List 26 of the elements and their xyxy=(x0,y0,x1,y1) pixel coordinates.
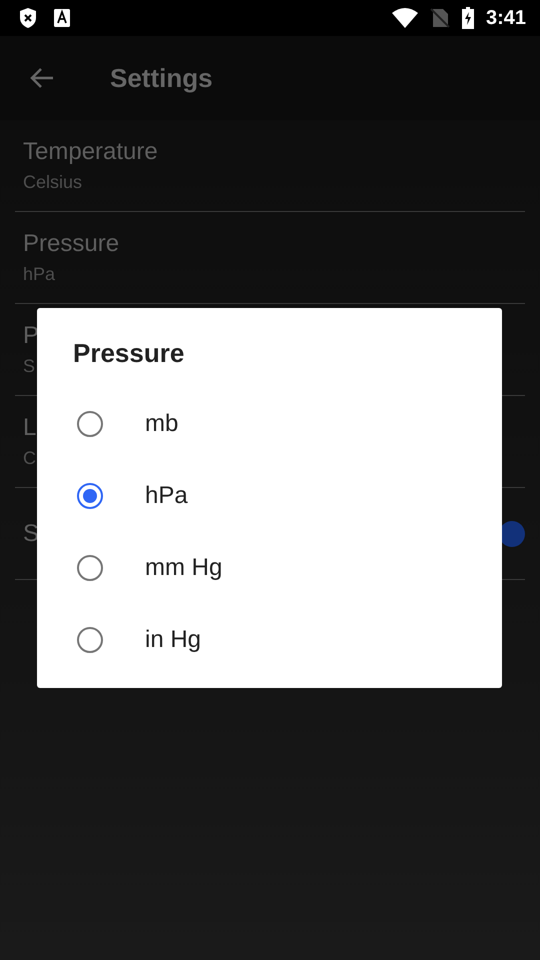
radio-button[interactable] xyxy=(77,483,103,509)
setting-summary: C xyxy=(23,448,36,469)
battery-charging-icon xyxy=(462,7,474,29)
wifi-icon xyxy=(392,8,418,28)
option-label[interactable]: mm Hg xyxy=(145,554,222,582)
radio-button[interactable] xyxy=(77,555,103,581)
back-arrow-icon[interactable] xyxy=(29,67,55,89)
setting-title: Pressure xyxy=(23,230,120,258)
shield-icon xyxy=(18,7,38,29)
option-label[interactable]: in Hg xyxy=(145,626,202,654)
option-label[interactable]: hPa xyxy=(145,482,188,510)
setting-summary: hPa xyxy=(23,264,56,285)
setting-summary: Celsius xyxy=(23,172,84,193)
status-time: 3:41 xyxy=(486,6,526,30)
app-bar-title: Settings xyxy=(110,62,213,94)
radio-button[interactable] xyxy=(77,411,103,437)
radio-button[interactable] xyxy=(77,627,103,653)
no-sim-icon xyxy=(430,8,450,28)
setting-title: P xyxy=(23,322,40,350)
setting-title: L xyxy=(23,414,36,442)
dialog-title: Pressure xyxy=(73,338,186,370)
setting-title: S xyxy=(23,520,40,548)
font-icon xyxy=(54,9,70,27)
setting-summary: S xyxy=(23,356,36,377)
setting-title: Temperature xyxy=(23,138,158,166)
option-label[interactable]: mb xyxy=(145,410,178,438)
